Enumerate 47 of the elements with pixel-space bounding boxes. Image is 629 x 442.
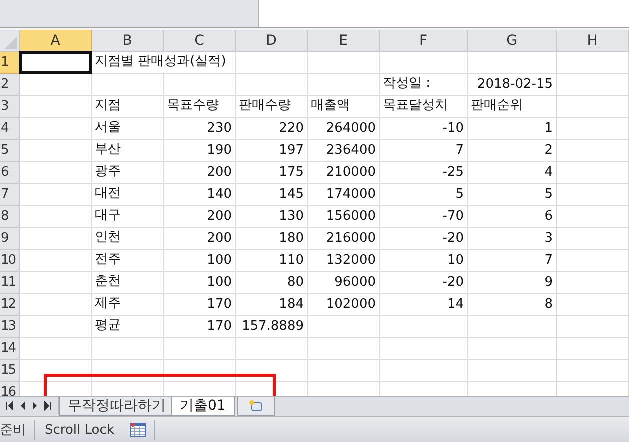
status-ready: 준비: [0, 422, 26, 439]
empty-cell: [557, 316, 629, 338]
first-sheet-icon[interactable]: [6, 401, 14, 411]
column-header[interactable]: A: [20, 30, 92, 52]
spreadsheet-icon[interactable]: [130, 423, 146, 437]
row-header[interactable]: 14: [0, 338, 20, 360]
empty-cell: [92, 360, 164, 382]
empty-cell: [236, 360, 308, 382]
row-header[interactable]: 15: [0, 360, 20, 382]
corner-triangle-icon: [5, 37, 17, 49]
empty-cell: [557, 360, 629, 382]
row-header[interactable]: 9: [0, 228, 20, 250]
row-header[interactable]: 3: [0, 96, 20, 118]
column-header[interactable]: H: [557, 30, 629, 52]
empty-cell: [236, 52, 308, 74]
row-header[interactable]: 1: [0, 52, 20, 74]
next-sheet-icon[interactable]: [32, 401, 38, 411]
empty-cell: [557, 52, 629, 74]
column-header[interactable]: B: [92, 30, 164, 52]
column-header[interactable]: G: [468, 30, 557, 52]
row-header[interactable]: 5: [0, 140, 20, 162]
sheet-tab[interactable]: 기출01: [171, 397, 235, 416]
new-sheet-icon: [248, 400, 264, 412]
row-header[interactable]: 12: [0, 294, 20, 316]
row-header[interactable]: 10: [0, 250, 20, 272]
active-cell[interactable]: [19, 51, 92, 74]
empty-cell: [164, 360, 236, 382]
column-header[interactable]: C: [164, 30, 236, 52]
column-header[interactable]: D: [236, 30, 308, 52]
row-header[interactable]: 2: [0, 74, 20, 96]
scroll-lock-indicator: Scroll Lock: [45, 422, 114, 438]
row-header[interactable]: 11: [0, 272, 20, 294]
insert-sheet-tab[interactable]: [236, 397, 275, 416]
empty-cell: [557, 338, 629, 360]
column-header[interactable]: E: [308, 30, 380, 52]
row-header[interactable]: 4: [0, 118, 20, 140]
column-header[interactable]: F: [380, 30, 468, 52]
empty-cell: [308, 52, 380, 74]
empty-cell: [308, 360, 380, 382]
row-header[interactable]: 16: [0, 382, 20, 396]
row-header[interactable]: 6: [0, 162, 20, 184]
row-header[interactable]: 8: [0, 206, 20, 228]
previous-sheet-icon[interactable]: [20, 401, 26, 411]
last-sheet-icon[interactable]: [44, 401, 52, 411]
empty-cell: [308, 338, 380, 360]
row-header[interactable]: 13: [0, 316, 20, 338]
row-header[interactable]: 7: [0, 184, 20, 206]
